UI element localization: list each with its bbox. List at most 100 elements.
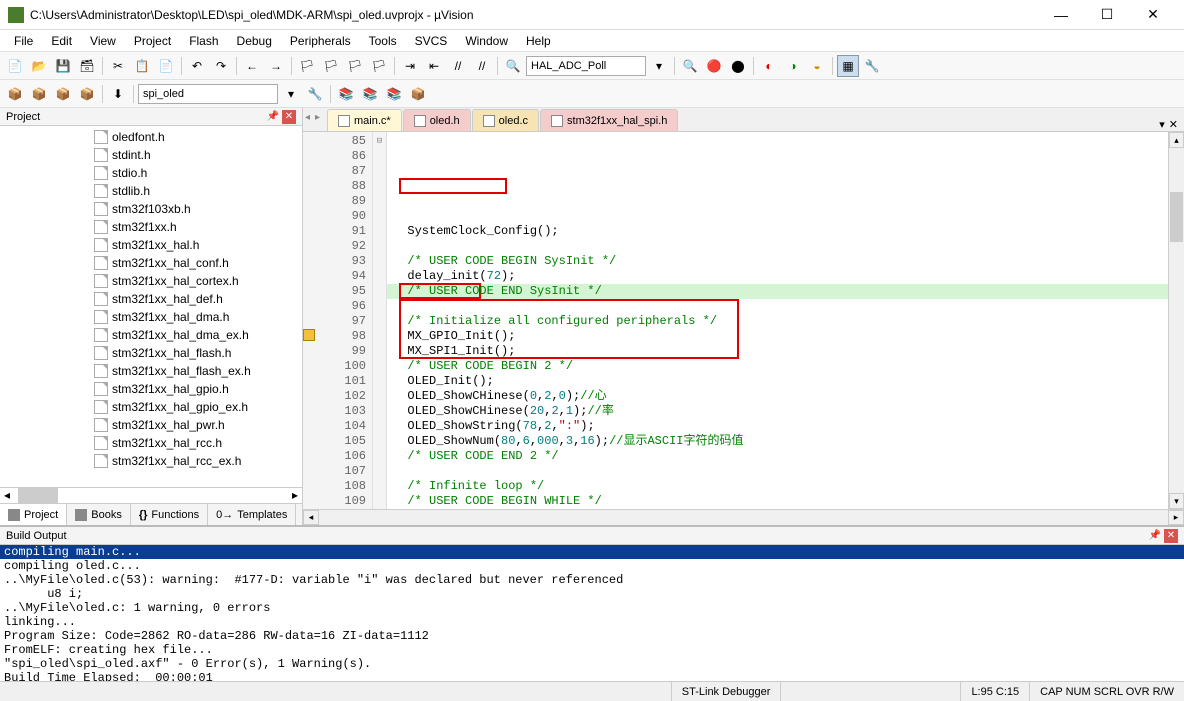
uncomment-icon[interactable]: //	[471, 55, 493, 77]
menu-help[interactable]: Help	[518, 32, 559, 50]
tree-item[interactable]: stm32f1xx_hal_dma_ex.h	[0, 326, 302, 344]
build-line[interactable]: Program Size: Code=2862 RO-data=286 RW-d…	[0, 629, 1184, 643]
tree-item[interactable]: stdlib.h	[0, 182, 302, 200]
file-tab[interactable]: stm32f1xx_hal_spi.h	[540, 109, 678, 131]
build-line[interactable]: u8 i;	[0, 587, 1184, 601]
tab-functions[interactable]: {}Functions	[131, 504, 208, 525]
batch-build-icon[interactable]: 📦	[76, 83, 98, 105]
window-icon[interactable]: ▦	[837, 55, 859, 77]
bookmark-icon[interactable]: 🏳	[296, 55, 318, 77]
env-icon[interactable]: 📚	[383, 83, 405, 105]
build-line[interactable]: Build Time Elapsed: 00:00:01	[0, 671, 1184, 681]
open-icon[interactable]: 📂	[28, 55, 50, 77]
redo-icon[interactable]: ↷	[210, 55, 232, 77]
tree-item[interactable]: stm32f1xx_hal_flash.h	[0, 344, 302, 362]
options-icon[interactable]: 🔧	[304, 83, 326, 105]
indent-icon[interactable]: ⇥	[399, 55, 421, 77]
tree-item[interactable]: oledfont.h	[0, 128, 302, 146]
bookmark-next-icon[interactable]: 🏳	[344, 55, 366, 77]
file-tab[interactable]: oled.c	[472, 109, 539, 131]
build-output-text[interactable]: compiling main.c...compiling oled.c.....…	[0, 545, 1184, 681]
tab-nav-right-icon[interactable]: ▸	[315, 112, 325, 123]
paste-icon[interactable]: 📄	[155, 55, 177, 77]
tree-item[interactable]: stdint.h	[0, 146, 302, 164]
build-line[interactable]: compiling main.c...	[0, 545, 1184, 559]
build-line[interactable]: FromELF: creating hex file...	[0, 643, 1184, 657]
build-icon[interactable]: 📦	[28, 83, 50, 105]
fold-gutter[interactable]: ⊟	[373, 132, 387, 509]
run-icon[interactable]: ◐	[758, 55, 780, 77]
minimize-button[interactable]: —	[1038, 0, 1084, 30]
tab-close-icon[interactable]: ✕	[1169, 118, 1178, 131]
pane-close-icon[interactable]: ✕	[282, 110, 296, 124]
menu-peripherals[interactable]: Peripherals	[282, 32, 359, 50]
tree-item[interactable]: stm32f1xx_hal_rcc_ex.h	[0, 452, 302, 470]
menu-view[interactable]: View	[82, 32, 124, 50]
pin-icon[interactable]: 📌	[266, 110, 280, 124]
scroll-down-icon[interactable]: ▾	[1169, 493, 1184, 509]
copy-icon[interactable]: 📋	[131, 55, 153, 77]
maximize-button[interactable]: ☐	[1084, 0, 1130, 30]
tab-menu-icon[interactable]: ▾	[1159, 118, 1165, 131]
tree-item[interactable]: stm32f1xx_hal_conf.h	[0, 254, 302, 272]
build-line[interactable]: ..\MyFile\oled.c: 1 warning, 0 errors	[0, 601, 1184, 615]
tree-item[interactable]: stm32f1xx_hal_dma.h	[0, 308, 302, 326]
file-tab[interactable]: oled.h	[403, 109, 471, 131]
find-combo[interactable]: HAL_ADC_Poll	[526, 56, 646, 76]
nav-fwd-icon[interactable]: →	[265, 55, 287, 77]
tab-nav-left-icon[interactable]: ◂	[305, 112, 315, 123]
menu-debug[interactable]: Debug	[229, 32, 280, 50]
tree-item[interactable]: stm32f1xx_hal.h	[0, 236, 302, 254]
close-button[interactable]: ✕	[1130, 0, 1176, 30]
code-text[interactable]: SystemClock_Config(); /* USER CODE BEGIN…	[387, 132, 1168, 509]
menu-file[interactable]: File	[6, 32, 41, 50]
menu-tools[interactable]: Tools	[361, 32, 405, 50]
editor-vscroll[interactable]: ▴ ▾	[1168, 132, 1184, 509]
tree-item[interactable]: stm32f1xx.h	[0, 218, 302, 236]
editor-hscroll[interactable]: ◂ ▸	[303, 509, 1184, 525]
stop-icon[interactable]: ◑	[782, 55, 804, 77]
save-icon[interactable]: 💾	[52, 55, 74, 77]
tree-item[interactable]: stm32f1xx_hal_gpio.h	[0, 380, 302, 398]
file-tab[interactable]: main.c*	[327, 109, 402, 131]
build-line[interactable]: compiling oled.c...	[0, 559, 1184, 573]
scroll-up-icon[interactable]: ▴	[1169, 132, 1184, 148]
tree-item[interactable]: stm32f1xx_hal_flash_ex.h	[0, 362, 302, 380]
target-combo[interactable]: spi_oled	[138, 84, 278, 104]
scroll-left-icon[interactable]: ◂	[303, 510, 319, 525]
reset-icon[interactable]: ◒	[806, 55, 828, 77]
saveall-icon[interactable]: 🗃	[76, 55, 98, 77]
translate-icon[interactable]: 📦	[4, 83, 26, 105]
tree-item[interactable]: stm32f1xx_hal_gpio_ex.h	[0, 398, 302, 416]
tree-item[interactable]: stm32f1xx_hal_rcc.h	[0, 434, 302, 452]
build-pin-icon[interactable]: 📌	[1148, 529, 1162, 543]
new-icon[interactable]: 📄	[4, 55, 26, 77]
cut-icon[interactable]: ✂	[107, 55, 129, 77]
bookmark-prev-icon[interactable]: 🏳	[320, 55, 342, 77]
pack-icon[interactable]: 📦	[407, 83, 429, 105]
build-line[interactable]: "spi_oled\spi_oled.axf" - 0 Error(s), 1 …	[0, 657, 1184, 671]
books-icon[interactable]: 📚	[359, 83, 381, 105]
tree-item[interactable]: stm32f1xx_hal_pwr.h	[0, 416, 302, 434]
tab-project[interactable]: Project	[0, 504, 67, 525]
menu-svcs[interactable]: SVCS	[407, 32, 456, 50]
tree-item[interactable]: stdio.h	[0, 164, 302, 182]
tree-item[interactable]: stm32f1xx_hal_def.h	[0, 290, 302, 308]
find-next-icon[interactable]: ▾	[648, 55, 670, 77]
undo-icon[interactable]: ↶	[186, 55, 208, 77]
nav-back-icon[interactable]: ←	[241, 55, 263, 77]
bookmark-clear-icon[interactable]: 🏳	[368, 55, 390, 77]
menu-flash[interactable]: Flash	[181, 32, 226, 50]
scroll-right-icon[interactable]: ▸	[1168, 510, 1184, 525]
rebuild-icon[interactable]: 📦	[52, 83, 74, 105]
manage-icon[interactable]: 📚	[335, 83, 357, 105]
tree-item[interactable]: stm32f103xb.h	[0, 200, 302, 218]
build-close-icon[interactable]: ✕	[1164, 529, 1178, 543]
outdent-icon[interactable]: ⇤	[423, 55, 445, 77]
find-icon[interactable]: 🔍	[502, 55, 524, 77]
download-icon[interactable]: ⬇	[107, 83, 129, 105]
menu-window[interactable]: Window	[457, 32, 516, 50]
tree-hscroll[interactable]: ◂ ▸	[0, 487, 302, 503]
build-line[interactable]: ..\MyFile\oled.c(53): warning: #177-D: v…	[0, 573, 1184, 587]
menu-project[interactable]: Project	[126, 32, 179, 50]
